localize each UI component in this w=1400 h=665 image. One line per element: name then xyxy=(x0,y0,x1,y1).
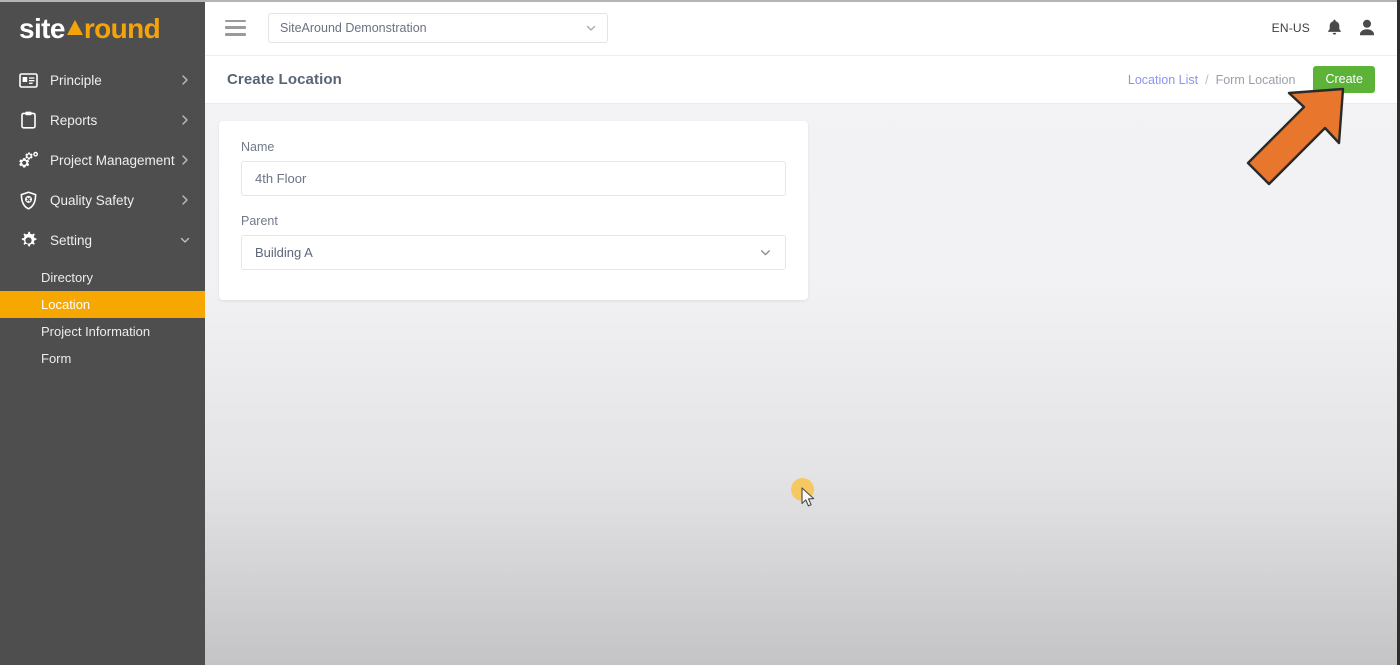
breadcrumb-link-location-list[interactable]: Location List xyxy=(1128,73,1198,87)
breadcrumb: Location List / Form Location xyxy=(1128,73,1296,87)
sidebar-subitem-label: Directory xyxy=(41,270,94,285)
field-label-parent: Parent xyxy=(241,214,278,228)
sidebar-nav: Principle Reports Project Management Qua… xyxy=(0,57,205,372)
breadcrumb-current: Form Location xyxy=(1215,72,1296,87)
sidebar-item-label: Reports xyxy=(50,112,98,128)
brand-logo-part1: site xyxy=(19,12,65,44)
gear-icon xyxy=(17,229,39,251)
sidebar-subitem-location[interactable]: Location xyxy=(0,291,205,318)
field-name: Name xyxy=(241,140,786,196)
language-selector[interactable]: EN-US xyxy=(1272,21,1310,35)
cursor-highlight-dot xyxy=(791,478,814,501)
sidebar-subitem-directory[interactable]: Directory xyxy=(0,264,205,291)
chevron-right-icon xyxy=(182,75,188,85)
triangle-play-icon xyxy=(66,20,83,35)
app-root: site round Principle Reports Project Man… xyxy=(0,0,1400,665)
sidebar-item-label: Quality Safety xyxy=(50,192,135,208)
clipboard-icon xyxy=(17,109,39,131)
chevron-right-icon xyxy=(182,195,188,205)
shield-x-icon xyxy=(17,189,39,211)
chevron-right-icon xyxy=(182,155,188,165)
cursor-annotation xyxy=(791,478,825,512)
topbar: SiteAround Demonstration EN-US xyxy=(205,0,1400,56)
project-select-value: SiteAround Demonstration xyxy=(280,20,427,35)
hamburger-icon[interactable] xyxy=(225,19,246,36)
sidebar-item-project-management[interactable]: Project Management xyxy=(0,140,205,180)
chevron-right-icon xyxy=(182,115,188,125)
sidebar-subitem-label: Location xyxy=(41,297,91,312)
location-form-card: Name Parent Building A xyxy=(219,121,808,300)
breadcrumb-separator: / xyxy=(1205,72,1209,87)
brand-logo-part2: round xyxy=(83,12,161,44)
sidebar-item-principle[interactable]: Principle xyxy=(0,60,205,100)
user-avatar-icon[interactable] xyxy=(1359,19,1375,36)
brand-logo-text: site round xyxy=(19,12,161,44)
sidebar-subitem-form[interactable]: Form xyxy=(0,345,205,372)
field-label-name: Name xyxy=(241,140,275,154)
mouse-cursor-icon xyxy=(801,487,815,507)
name-input[interactable] xyxy=(241,161,786,196)
sidebar-item-label: Setting xyxy=(50,232,93,248)
sidebar-item-label: Principle xyxy=(50,72,102,88)
content-area: Name Parent Building A xyxy=(205,104,1400,665)
sidebar-item-reports[interactable]: Reports xyxy=(0,100,205,140)
sidebar-item-quality-safety[interactable]: Quality Safety xyxy=(0,180,205,220)
sidebar-item-label: Project Management xyxy=(50,152,175,168)
create-button[interactable]: Create xyxy=(1313,66,1375,93)
bell-icon[interactable] xyxy=(1327,19,1342,36)
page-header-right: Location List / Form Location Create xyxy=(1128,66,1375,93)
page-header: Create Location Location List / Form Loc… xyxy=(205,56,1400,104)
sidebar-subitem-label: Form xyxy=(41,351,72,366)
sidebar: site round Principle Reports Project Man… xyxy=(0,0,205,665)
brand-logo[interactable]: site round xyxy=(0,0,205,57)
chevron-down-icon xyxy=(586,25,596,31)
sidebar-item-setting[interactable]: Setting xyxy=(0,220,205,260)
field-parent: Parent Building A xyxy=(241,214,786,270)
parent-select-value: Building A xyxy=(255,245,313,260)
chevron-down-icon xyxy=(761,250,770,256)
topbar-right: EN-US xyxy=(1272,19,1375,36)
page-title: Create Location xyxy=(227,71,342,88)
sidebar-subitem-label: Project Information xyxy=(41,324,151,339)
parent-select[interactable]: Building A xyxy=(241,235,786,270)
id-card-icon xyxy=(17,69,39,91)
gears-icon xyxy=(17,149,39,171)
sidebar-subitem-project-information[interactable]: Project Information xyxy=(0,318,205,345)
project-select[interactable]: SiteAround Demonstration xyxy=(268,12,608,43)
main-area: SiteAround Demonstration EN-US Create Lo… xyxy=(205,0,1400,665)
chevron-down-icon xyxy=(180,237,190,243)
